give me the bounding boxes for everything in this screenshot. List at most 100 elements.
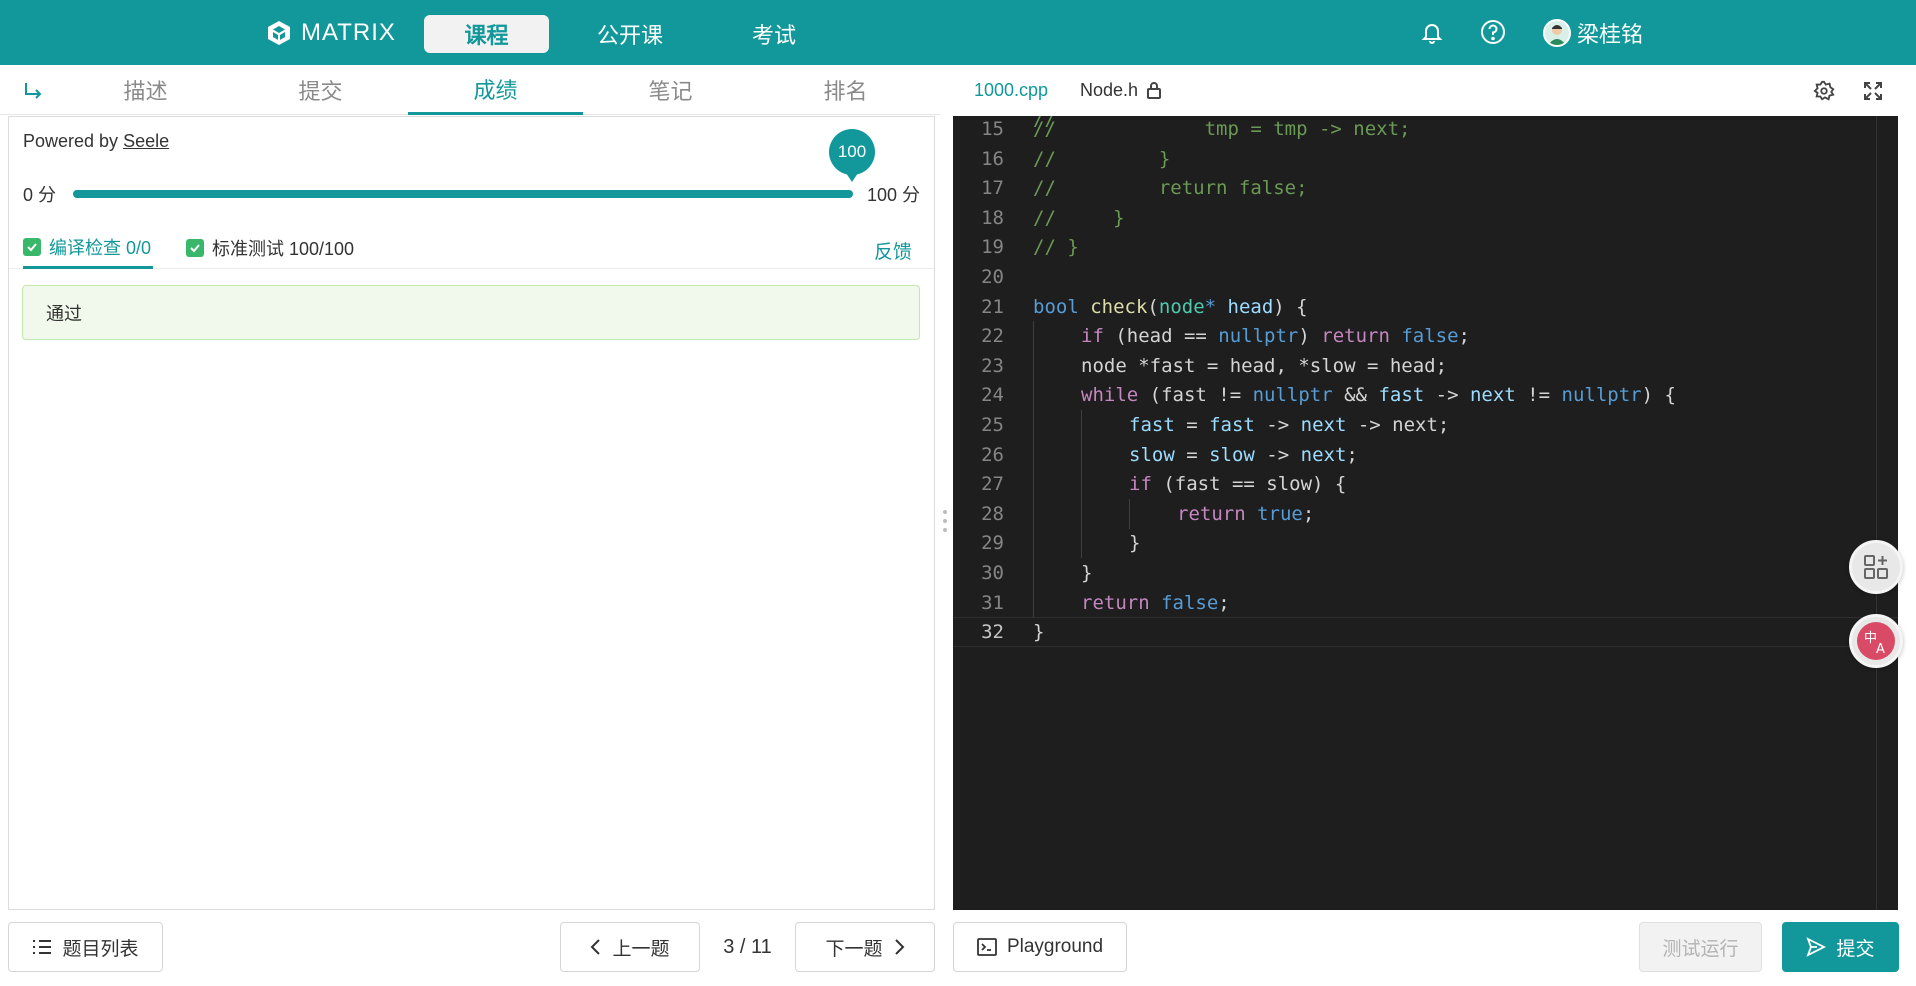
playground-label: Playground [1006, 936, 1104, 957]
code-token: nullptr [1561, 384, 1642, 407]
code-token: false [1401, 325, 1459, 348]
panel-resize-handle[interactable] [943, 510, 947, 540]
code-token: fast [1129, 414, 1175, 436]
tab-ranking[interactable]: 排名 [758, 65, 933, 115]
user-menu[interactable]: 梁桂铭 [1543, 16, 1643, 50]
test-run-button[interactable]: 测试运行 [1639, 922, 1762, 972]
code-line: 18 // } [953, 203, 1898, 233]
send-icon [1806, 937, 1827, 957]
playground-button[interactable]: Playground [953, 922, 1127, 972]
svg-text:A: A [1876, 642, 1885, 657]
back-icon[interactable] [22, 79, 44, 101]
code-token: head [1227, 295, 1274, 318]
code-token: nullptr [1252, 384, 1333, 407]
code-token: return [1321, 325, 1390, 348]
indent-guide [1033, 469, 1034, 500]
code-line: 20 [953, 262, 1898, 292]
line-number: 19 [981, 236, 1004, 259]
file-tabs: 1000.cpp Node.h [955, 65, 1916, 115]
code-token: nullptr [1218, 325, 1299, 348]
code-text: bool check(node* head) { [1033, 296, 1308, 318]
code-token: next [1300, 443, 1347, 466]
code-text: // tmp = tmp -> next; [1033, 118, 1411, 140]
code-editor[interactable]: // 15// tmp = tmp -> next; 16// } 17// ret… [953, 116, 1898, 910]
fullscreen-icon[interactable] [1861, 79, 1885, 103]
matrix-logo[interactable]: MATRIX [265, 18, 396, 48]
code-line: 30} [953, 558, 1898, 588]
problem-page-indicator: 3 / 11 [723, 935, 772, 958]
prev-problem-button[interactable]: 上一题 [560, 922, 700, 972]
line-number: 15 [981, 118, 1004, 140]
terminal-icon [977, 938, 997, 956]
nav-courses[interactable]: 课程 [424, 15, 549, 53]
line-number: 22 [981, 325, 1004, 348]
line-number: 20 [981, 266, 1004, 288]
prev-label: 上一题 [612, 938, 670, 960]
code-token: next [1469, 384, 1516, 407]
code-text: if (fast == slow) { [1129, 473, 1346, 495]
help-icon[interactable] [1479, 18, 1507, 46]
file-tab-1000cpp[interactable]: 1000.cpp [974, 65, 1048, 115]
tab-notes[interactable]: 笔记 [583, 65, 758, 115]
bell-icon[interactable] [1418, 18, 1446, 46]
apps-float-button[interactable] [1849, 540, 1903, 594]
translate-float-button[interactable]: 中 A [1849, 614, 1903, 668]
indent-guide [1033, 410, 1034, 440]
code-line: 15 // tmp = tmp -> next; [953, 116, 1898, 144]
indent-guide [1081, 439, 1082, 470]
code-token: ) { [1273, 295, 1308, 318]
submit-button[interactable]: 提交 [1782, 922, 1899, 972]
code-token: (fast == slow) { [1151, 473, 1347, 496]
tab-standard-test[interactable]: 标准测试 100/100 [186, 227, 354, 269]
code-token: slow [1129, 443, 1175, 466]
tab-score[interactable]: 成绩 [408, 65, 583, 115]
code-token: // } [1033, 236, 1079, 259]
code-text: while (fast != nullptr && fast -> next !… [1081, 384, 1676, 406]
code-token: if [1081, 325, 1104, 348]
check-tabs: 编译检查 0/0 标准测试 100/100 反馈 [9, 227, 934, 269]
editor-scrollbar-track[interactable] [1876, 116, 1877, 910]
code-token: bool [1033, 295, 1079, 318]
code-token: slow [1209, 443, 1255, 466]
code-token: true [1257, 502, 1303, 525]
tab-submissions[interactable]: 提交 [233, 65, 408, 115]
list-icon [33, 940, 52, 954]
code-token: ; [1458, 325, 1470, 348]
code-text: node *fast = head, *slow = head; [1081, 355, 1447, 377]
indent-guide [1033, 558, 1034, 588]
indent-guide [1033, 350, 1034, 381]
code-token: while [1081, 384, 1139, 407]
line-number: 31 [981, 591, 1004, 614]
code-text: } [1129, 532, 1140, 554]
seele-link[interactable]: Seele [123, 131, 169, 151]
line-number: 25 [981, 414, 1004, 436]
file-tab-nodeh[interactable]: Node.h [1080, 65, 1162, 115]
settings-icon[interactable] [1812, 79, 1836, 103]
indent-guide [1033, 528, 1034, 559]
problem-list-button[interactable]: 题目列表 [8, 922, 163, 972]
code-token: node [1158, 295, 1205, 318]
chevron-left-icon [591, 939, 601, 955]
code-text: } [1033, 621, 1044, 643]
score-min-label: 0 分 [23, 185, 57, 205]
next-problem-button[interactable]: 下一题 [795, 922, 935, 972]
feedback-link[interactable]: 反馈 [874, 237, 912, 264]
tab-description[interactable]: 描述 [58, 65, 233, 115]
apps-add-icon [1864, 555, 1888, 579]
code-token: ( [1147, 295, 1159, 318]
nav-open-courses[interactable]: 公开课 [570, 15, 690, 53]
score-bar-fill [73, 190, 853, 198]
checkbox-checked-icon [23, 237, 41, 256]
nav-exams[interactable]: 考试 [714, 15, 834, 53]
code-token: // return false; [1033, 177, 1308, 200]
tab-compile-check[interactable]: 编译检查 0/0 [23, 227, 154, 269]
top-bar: MATRIX 课程 公开课 考试 梁桂铭 [0, 0, 1916, 65]
line-number: 30 [981, 562, 1004, 584]
problem-list-label: 题目列表 [62, 938, 139, 960]
indent-guide [1081, 469, 1082, 500]
file-tab-nodeh-label: Node.h [1080, 79, 1139, 100]
code-token: && [1332, 384, 1379, 407]
code-token: = [1174, 443, 1210, 466]
code-token: } [1033, 621, 1045, 644]
